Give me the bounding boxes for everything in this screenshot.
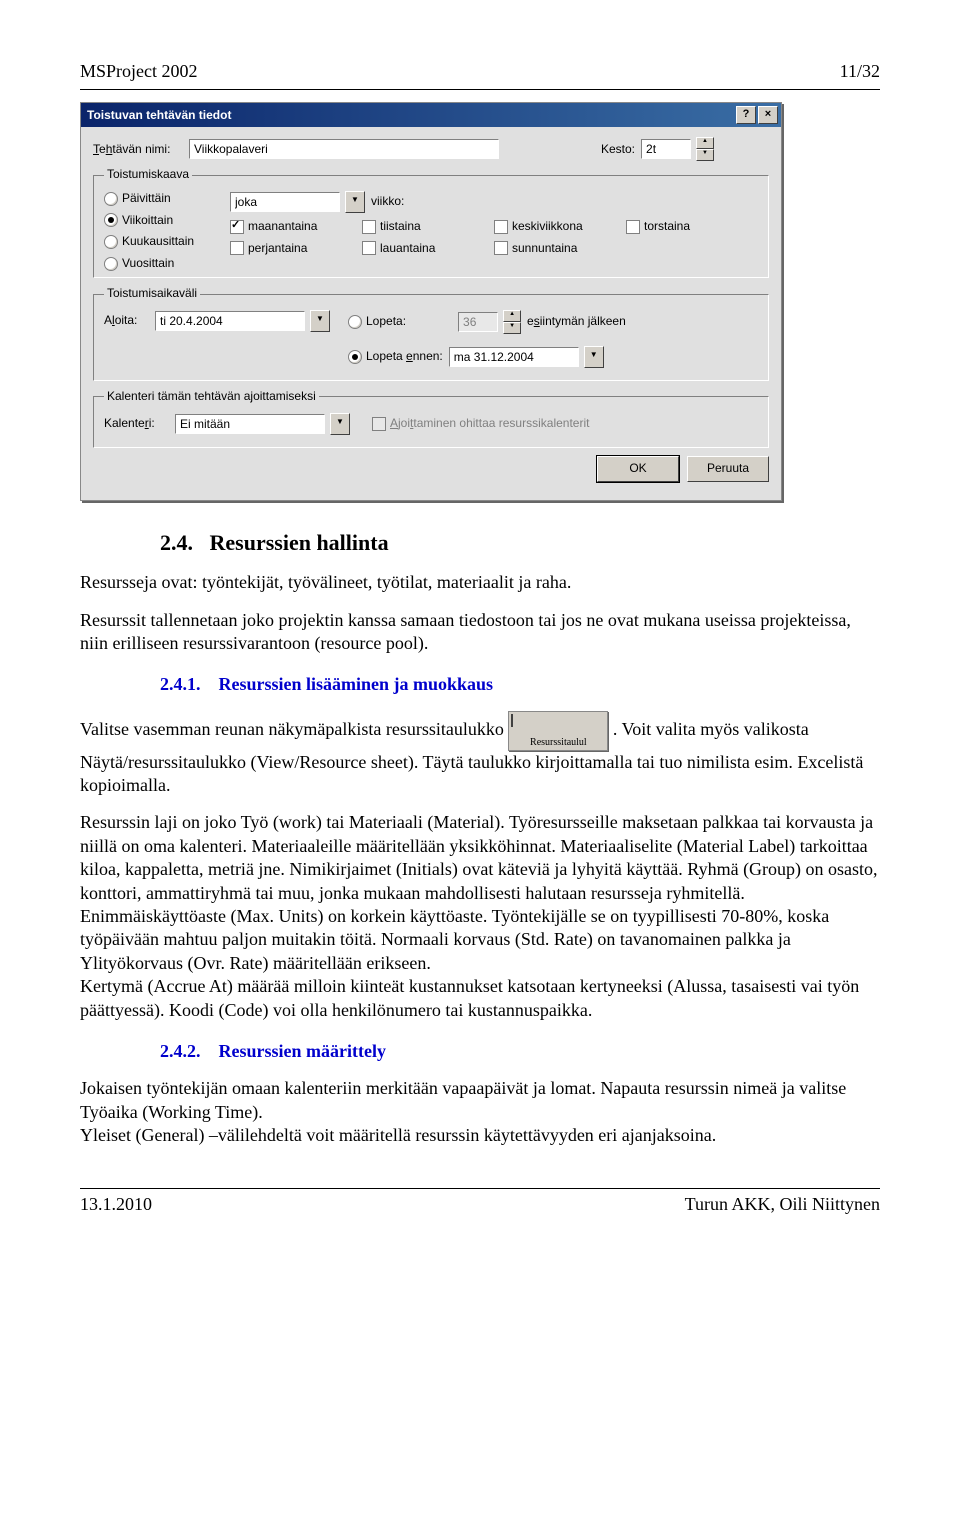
recurrence-range-group: Toistumisaikaväli Aloita: ▼ Lopeta: ▲ ▼ (93, 286, 769, 381)
task-name-label: Tehtävän nimi: (93, 142, 183, 158)
radio-monthly[interactable]: Kuukausittain (104, 234, 214, 250)
occurrences-suffix: esiintymän jälkeen (527, 314, 626, 330)
close-icon[interactable]: × (758, 106, 778, 124)
check-sun[interactable]: sunnuntaina (494, 241, 626, 257)
calendar-select[interactable] (175, 414, 325, 434)
calendar-group: Kalenteri tämän tehtävän ajoittamiseksi … (93, 389, 769, 448)
paragraph: Yleiset (General) –välilehdeltä voit mää… (80, 1124, 880, 1147)
paragraph: Valitse vasemman reunan näkymäpalkista r… (80, 711, 880, 798)
header-underline (80, 89, 880, 90)
resource-sheet-icon: Resurssitaulul (508, 711, 608, 751)
end-date-input[interactable] (449, 347, 579, 367)
recurring-task-dialog: Toistuvan tehtävän tiedot ? × Tehtävän n… (80, 102, 782, 500)
page-header: MSProject 2002 11/32 (80, 60, 880, 83)
radio-yearly[interactable]: Vuosittain (104, 256, 214, 272)
check-thu[interactable]: torstaina (626, 219, 758, 235)
radio-daily[interactable]: Päivittäin (104, 191, 214, 207)
ok-button[interactable]: OK (597, 456, 679, 482)
spin-down-icon: ▼ (503, 322, 521, 334)
spin-up-icon: ▲ (503, 310, 521, 322)
recurrence-pattern-group: Toistumiskaava Päivittäin Viikoittain Ku… (93, 167, 769, 278)
heading-2-4-2: 2.4.2. Resurssien määrittely (160, 1040, 880, 1063)
spin-up-icon[interactable]: ▲ (696, 137, 714, 149)
check-fri[interactable]: perjantaina (230, 241, 362, 257)
dropdown-icon[interactable]: ▼ (345, 191, 365, 213)
check-sat[interactable]: lauantaina (362, 241, 494, 257)
help-icon[interactable]: ? (736, 106, 756, 124)
paragraph: Resurssit tallennetaan joko projektin ka… (80, 609, 880, 656)
check-scheduling-ignores: Ajoittaminen ohittaa resurssikalenterit (372, 416, 589, 432)
calendar-legend: Kalenteri tämän tehtävän ajoittamiseksi (104, 389, 319, 405)
week-label: viikko: (371, 194, 404, 210)
cancel-button[interactable]: Peruuta (687, 456, 769, 482)
check-wed[interactable]: keskiviikkona (494, 219, 626, 235)
task-name-input[interactable] (189, 139, 499, 159)
radio-end-by[interactable]: Lopeta ennen: (348, 349, 443, 365)
dropdown-icon[interactable]: ▼ (310, 310, 330, 332)
calendar-label: Kalenteri: (104, 416, 169, 432)
paragraph: Kertymä (Accrue At) määrää milloin kiint… (80, 975, 880, 1022)
occurrences-spinner: ▲ ▼ (503, 310, 521, 334)
paragraph: Resursseja ovat: työntekijät, työvälinee… (80, 571, 880, 594)
dropdown-icon[interactable]: ▼ (584, 346, 604, 368)
check-tue[interactable]: tiistaina (362, 219, 494, 235)
radio-end-after[interactable]: Lopeta: (348, 314, 406, 330)
footer-author: Turun AKK, Oili Niittynen (685, 1193, 880, 1216)
header-right: 11/32 (840, 60, 880, 83)
header-left: MSProject 2002 (80, 60, 198, 83)
paragraph: Jokaisen työntekijän omaan kalenteriin m… (80, 1077, 880, 1124)
grid-icon (511, 714, 513, 727)
dialog-title: Toistuvan tehtävän tiedot (87, 108, 231, 124)
footer-date: 13.1.2010 (80, 1193, 152, 1216)
duration-label: Kesto: (601, 142, 635, 158)
start-label: Aloita: (104, 313, 149, 329)
duration-input[interactable] (641, 139, 691, 159)
radio-weekly[interactable]: Viikoittain (104, 213, 214, 229)
dialog-titlebar: Toistuvan tehtävän tiedot ? × (81, 103, 781, 127)
occurrences-input (458, 312, 498, 332)
range-legend: Toistumisaikaväli (104, 286, 200, 302)
dropdown-icon[interactable]: ▼ (330, 413, 350, 435)
paragraph: Enimmäiskäyttöaste (Max. Units) on korke… (80, 905, 880, 975)
pattern-legend: Toistumiskaava (104, 167, 192, 183)
duration-spinner[interactable]: ▲ ▼ (696, 137, 714, 161)
check-mon[interactable]: maanantaina (230, 219, 362, 235)
paragraph: Resurssin laji on joko Työ (work) tai Ma… (80, 811, 880, 905)
heading-2-4: 2.4. Resurssien hallinta (160, 529, 880, 558)
page-footer: 13.1.2010 Turun AKK, Oili Niittynen (80, 1188, 880, 1216)
heading-2-4-1: 2.4.1. Resurssien lisääminen ja muokkaus (160, 673, 880, 696)
start-date-input[interactable] (155, 311, 305, 331)
spin-down-icon[interactable]: ▼ (696, 149, 714, 161)
every-input[interactable] (230, 192, 340, 212)
